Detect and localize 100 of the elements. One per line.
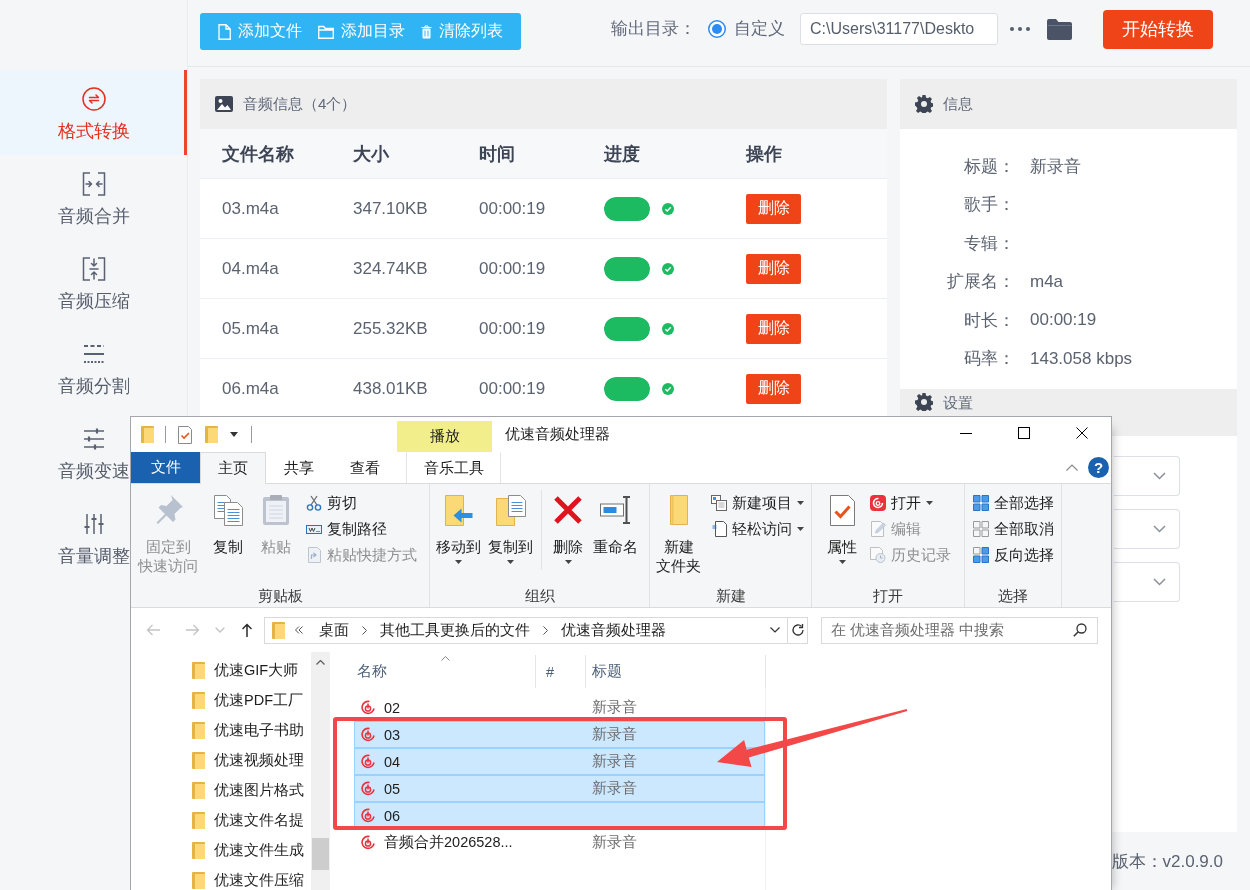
clipboard-icon <box>263 495 289 525</box>
open-button[interactable]: 打开 <box>868 490 953 516</box>
table-cell-text: 03.m4a <box>222 198 280 219</box>
folder-item[interactable]: 优速视频处理 <box>131 745 311 775</box>
delete-button[interactable]: 删除 <box>746 373 801 404</box>
swirl-icon <box>361 754 375 769</box>
invert-selection-button[interactable]: 反向选择 <box>971 542 1056 568</box>
folder-item[interactable]: 优速GIF大师 <box>131 655 311 685</box>
folder-item[interactable]: 优速PDF工厂 <box>131 685 311 715</box>
dropdown-field[interactable] <box>1114 562 1180 602</box>
delete-button[interactable]: 删除 <box>746 313 801 344</box>
column-header[interactable]: 标题 <box>586 655 766 688</box>
file-row[interactable]: 05 新录音 <box>354 775 765 802</box>
copy-path-button[interactable]: 复制路径 <box>304 516 419 542</box>
delete-button[interactable]: 删除 <box>746 253 801 284</box>
chevron-down-icon[interactable] <box>770 627 780 633</box>
chevron-up-icon[interactable] <box>1066 464 1078 471</box>
folder-item[interactable]: 优速图片格式 <box>131 775 311 805</box>
dropdown-field[interactable] <box>1114 456 1180 496</box>
sidebar-item[interactable]: 音频变速 <box>57 427 130 483</box>
folder-icon[interactable] <box>1047 18 1072 40</box>
folder-icon <box>192 871 205 889</box>
scrollbar-thumb[interactable] <box>312 838 329 870</box>
cut-button[interactable]: 剪切 <box>304 490 419 516</box>
new-item-button[interactable]: 新建项目 <box>709 490 806 516</box>
sidebar-item[interactable]: 音频压缩 <box>57 257 130 313</box>
folder-item[interactable]: 优速文件压缩 <box>131 865 311 890</box>
tab-group-label: 播放 <box>397 421 492 452</box>
sidebar-item[interactable]: 音频分割 <box>57 342 130 398</box>
field-label: 时长： <box>963 309 1015 332</box>
more-icon[interactable] <box>1010 27 1030 31</box>
double-chevron-icon <box>295 626 303 634</box>
caret-icon[interactable] <box>230 432 238 437</box>
properties-button[interactable]: 属性 <box>822 490 862 564</box>
folder-item[interactable]: 优速文件生成 <box>131 835 311 865</box>
column-header[interactable]: # <box>536 655 586 688</box>
start-button[interactable]: 开始转换 <box>1103 9 1213 49</box>
ribbon-tab[interactable]: 文件 <box>131 452 200 483</box>
minimize-icon <box>960 432 972 434</box>
folder-icon <box>192 811 205 829</box>
address-bar[interactable]: 桌面 其他工具更换后的文件 优速音频处理器 <box>264 616 788 644</box>
merge-arrows-icon <box>81 172 106 196</box>
move-to-button[interactable]: 移动到 <box>434 490 483 564</box>
column-header: 文件名称 <box>222 142 295 166</box>
folder-item[interactable]: 优速文件名提 <box>131 805 311 835</box>
delete-button[interactable]: 删除 <box>548 490 588 564</box>
sidebar-item[interactable]: 格式转换 <box>0 70 187 155</box>
output-path-field[interactable]: C:\Users\31177\Deskto <box>800 13 998 45</box>
ribbon-tab[interactable]: 查看 <box>332 452 398 483</box>
copy-to-button[interactable]: 复制到 <box>486 490 535 564</box>
folder-icon <box>318 24 334 39</box>
ribbon-tab[interactable]: 共享 <box>266 452 332 483</box>
dropdown-field[interactable] <box>1114 509 1180 549</box>
refresh-button[interactable] <box>788 616 808 644</box>
swirl-icon <box>361 835 375 850</box>
file-row[interactable]: 音频合并2026528... 新录音 <box>354 829 765 856</box>
checked-document-icon[interactable] <box>178 425 192 444</box>
new-folder-button[interactable]: 新建 文件夹 <box>654 490 703 576</box>
chevron-right-icon <box>543 625 548 635</box>
folder-icon <box>192 751 205 769</box>
radio-label: 自定义 <box>734 18 785 39</box>
empty-grid-icon <box>973 521 989 537</box>
table-cell-text: 00:00:19 <box>479 378 547 399</box>
easy-access-button[interactable]: 轻松访问 <box>709 516 806 542</box>
scrollbar[interactable] <box>311 652 330 890</box>
delete-button[interactable]: 删除 <box>746 193 801 224</box>
file-row[interactable]: 04 新录音 <box>354 748 765 775</box>
file-name: 03 <box>384 726 401 743</box>
group-label: 组织 <box>524 586 555 606</box>
help-button[interactable]: ? <box>1088 457 1109 478</box>
documents-icon <box>213 494 243 526</box>
table-cell-text: 255.32KB <box>353 318 429 339</box>
document-grid-icon <box>711 495 727 511</box>
sidebar-item[interactable]: 音量调整 <box>57 512 130 568</box>
breadcrumb[interactable]: 优速音频处理器 <box>559 620 668 640</box>
rename-button[interactable]: 重命名 <box>591 490 640 557</box>
column-header: 进度 <box>604 142 641 166</box>
select-all-button[interactable]: 全部选择 <box>971 490 1056 516</box>
sidebar-item[interactable]: 音频合并 <box>57 172 130 228</box>
ribbon-tab[interactable]: 音乐工具 <box>406 452 501 483</box>
gear-icon <box>915 393 933 411</box>
table-cell-text: 00:00:19 <box>479 198 547 219</box>
radio-button[interactable] <box>708 20 726 38</box>
column-header[interactable]: 名称 <box>354 655 536 688</box>
ribbon-tab[interactable]: 主页 <box>200 452 266 484</box>
file-name: 音频合并2026528... <box>384 833 513 852</box>
breadcrumb[interactable]: 桌面 <box>317 620 351 640</box>
checked-document-icon <box>829 494 855 526</box>
folder-icon <box>192 661 205 679</box>
search-field[interactable]: 在 优速音频处理器 中搜索 <box>821 616 1098 644</box>
breadcrumb[interactable]: 其他工具更换后的文件 <box>378 620 532 640</box>
copy-button[interactable]: 复制 <box>208 490 248 557</box>
exchange-circle-icon <box>81 87 106 111</box>
folder-item[interactable]: 优速电子书助 <box>131 715 311 745</box>
file-row[interactable]: 02 新录音 <box>354 694 765 721</box>
select-none-button[interactable]: 全部取消 <box>971 516 1056 542</box>
file-row[interactable]: 03 新录音 <box>354 721 765 748</box>
version-text: 版本：v2.0.9.0 <box>1111 850 1223 873</box>
field-value: 00:00:19 <box>1030 310 1097 331</box>
refresh-icon <box>790 623 805 637</box>
